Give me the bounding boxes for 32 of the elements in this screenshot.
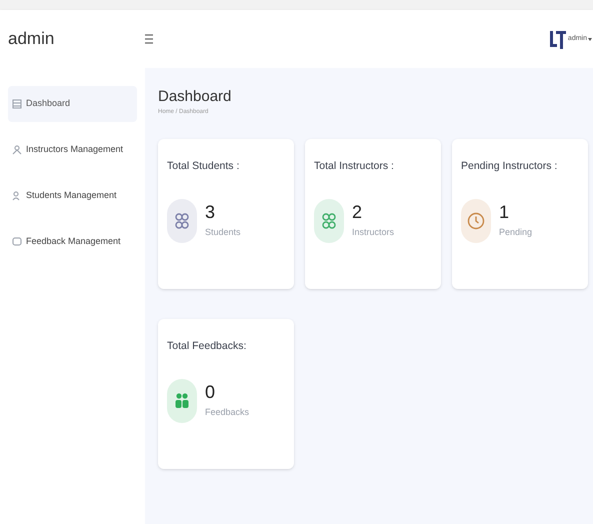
stat-caption: Students — [205, 226, 241, 239]
sidebar-item[interactable]: Feedback Management — [8, 224, 137, 260]
stat-title: Total Instructors : — [314, 159, 395, 174]
grid-icon — [12, 99, 22, 109]
sidebar-label: Feedback Management — [26, 235, 121, 248]
people-icon — [12, 191, 22, 201]
people-icon — [320, 212, 338, 230]
logo-icon — [550, 29, 566, 49]
people-icon — [173, 212, 191, 230]
stat-value: 3 — [205, 202, 216, 222]
sidebar-item[interactable]: Instructors Management — [8, 132, 137, 168]
clock-icon — [467, 212, 485, 230]
stat-title: Total Students : — [167, 159, 240, 174]
people-icon — [173, 392, 191, 410]
stat-caption: Instructors — [352, 226, 394, 239]
sidebar-label: Students Management — [26, 189, 117, 202]
caret-icon — [588, 38, 592, 40]
menu-icon[interactable] — [145, 33, 153, 45]
stat-value: 1 — [499, 202, 510, 222]
sidebar-item[interactable]: Dashboard — [8, 86, 137, 122]
brand-title: admin — [8, 29, 54, 48]
stat-title: Pending Instructors : — [461, 159, 558, 174]
stat-caption: Pending — [499, 226, 532, 239]
page-title: Dashboard — [158, 88, 232, 106]
sidebar-item[interactable]: Students Management — [8, 178, 137, 214]
sidebar-label: Dashboard — [26, 97, 70, 110]
stat-title: Total Feedbacks: — [167, 339, 248, 354]
stat-value: 2 — [352, 202, 364, 222]
sidebar-label: Instructors Management — [26, 143, 124, 156]
stat-caption: Feedbacks — [205, 406, 250, 419]
person-icon — [12, 145, 22, 155]
stat-value: 0 — [205, 382, 216, 402]
